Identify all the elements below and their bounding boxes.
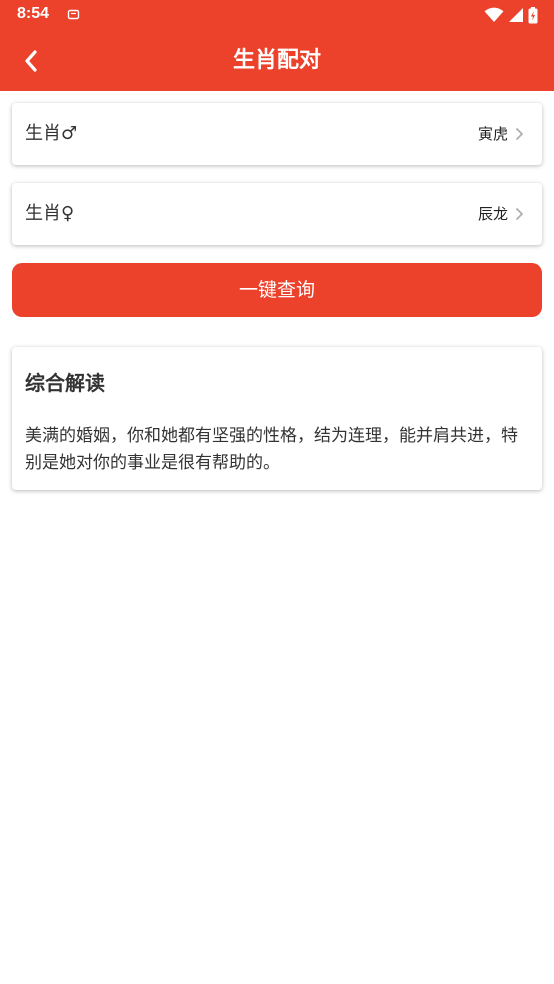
- chevron-right-icon: [515, 207, 524, 221]
- toolbar: 生肖配对: [0, 30, 554, 91]
- battery-icon: [528, 6, 538, 23]
- female-zodiac-selector[interactable]: 生肖♀ 辰龙: [12, 183, 542, 245]
- result-title: 综合解读: [25, 371, 105, 395]
- female-zodiac-value: 辰龙: [477, 205, 508, 223]
- status-time: 8:54: [17, 5, 50, 22]
- status-icons: [484, 6, 538, 24]
- app-header: 8:54 生肖配对: [0, 0, 554, 91]
- result-card: 综合解读 美满的婚姻，你和她都有坚强的性格，结为连理，能并肩共进，特别是她对你的…: [12, 347, 542, 490]
- chevron-right-icon: [515, 127, 524, 141]
- status-bar: 8:54: [0, 0, 554, 30]
- wifi-icon: [484, 7, 504, 22]
- result-text: 美满的婚姻，你和她都有坚强的性格，结为连理，能并肩共进，特别是她对你的事业是很有…: [25, 426, 518, 473]
- back-button[interactable]: [14, 44, 48, 78]
- male-zodiac-label: 生肖♂: [25, 123, 78, 144]
- notification-icon: [67, 9, 80, 20]
- male-zodiac-selector[interactable]: 生肖♂ 寅虎: [12, 103, 542, 165]
- signal-icon: [509, 8, 523, 22]
- male-zodiac-value: 寅虎: [477, 125, 508, 143]
- female-zodiac-label: 生肖♀: [25, 203, 75, 224]
- back-arrow-icon: [25, 50, 37, 72]
- page-title: 生肖配对: [232, 48, 321, 73]
- query-button[interactable]: 一键查询: [12, 263, 542, 317]
